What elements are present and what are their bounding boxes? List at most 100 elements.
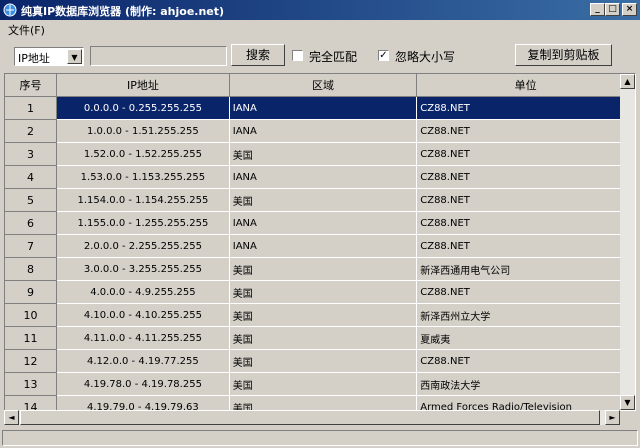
table-row[interactable]: 12 4.12.0.0 - 4.19.77.255 美国 CZ88.NET xyxy=(5,349,635,373)
table-row[interactable]: 8 3.0.0.0 - 3.255.255.255 美国 新泽西通用电气公司 xyxy=(5,257,635,281)
org-cell: CZ88.NET xyxy=(416,234,635,258)
exact-match-label: 完全匹配 xyxy=(309,50,358,64)
app-icon xyxy=(3,3,17,17)
minimize-button[interactable]: _ xyxy=(590,3,605,16)
horizontal-scrollbar[interactable]: ◄ ► xyxy=(4,410,620,425)
chevron-down-icon[interactable]: ▼ xyxy=(67,49,82,64)
ip-table[interactable]: 序号 IP地址 区域 单位 1 0.0.0.0 - 0.255.255.255 IA… xyxy=(4,73,636,411)
row-index: 8 xyxy=(5,257,58,281)
org-cell: CZ88.NET xyxy=(416,349,635,373)
region-cell: 美国 xyxy=(229,395,418,410)
scroll-left-button[interactable]: ◄ xyxy=(4,410,19,425)
maximize-button[interactable]: □ xyxy=(605,3,620,16)
checkmark-icon: ✓ xyxy=(379,50,388,61)
title-bar[interactable]: 纯真IP数据库浏览器 (制作: ahjoe.net) _ □ × xyxy=(0,0,640,20)
row-index: 5 xyxy=(5,188,58,212)
table-row[interactable]: 10 4.10.0.0 - 4.10.255.255 美国 新泽西州立大学 xyxy=(5,303,635,327)
row-index: 13 xyxy=(5,372,58,396)
exact-match-checkbox[interactable] xyxy=(292,50,303,61)
row-index: 7 xyxy=(5,234,58,258)
org-cell: CZ88.NET xyxy=(416,165,635,189)
row-index: 3 xyxy=(5,142,58,166)
org-cell: 新泽西州立大学 xyxy=(416,303,635,327)
region-cell: IANA xyxy=(229,96,418,120)
ip-range-cell: 4.12.0.0 - 4.19.77.255 xyxy=(56,349,230,373)
menu-bar: 文件(F) xyxy=(0,20,640,37)
table-header: 序号 IP地址 区域 单位 xyxy=(5,74,635,97)
region-cell: IANA xyxy=(229,165,418,189)
org-cell: CZ88.NET xyxy=(416,280,635,304)
search-button[interactable]: 搜索 xyxy=(231,44,285,66)
row-index: 9 xyxy=(5,280,58,304)
column-header-org[interactable]: 单位 xyxy=(416,74,635,97)
ignore-case-label: 忽略大小写 xyxy=(395,50,456,64)
table-row[interactable]: 7 2.0.0.0 - 2.255.255.255 IANA CZ88.NET xyxy=(5,234,635,258)
region-cell: 美国 xyxy=(229,326,418,350)
ip-range-cell: 4.11.0.0 - 4.11.255.255 xyxy=(56,326,230,350)
org-cell: 西南政法大学 xyxy=(416,372,635,396)
status-bar xyxy=(2,430,638,446)
table-row[interactable]: 14 4.19.79.0 - 4.19.79.63 美国 Armed Forces R… xyxy=(5,395,635,410)
row-index: 6 xyxy=(5,211,58,235)
ip-range-cell: 1.53.0.0 - 1.153.255.255 xyxy=(56,165,230,189)
region-cell: 美国 xyxy=(229,349,418,373)
vertical-scrollbar[interactable]: ▲ ▼ xyxy=(620,74,635,410)
ip-range-cell: 3.0.0.0 - 3.255.255.255 xyxy=(56,257,230,281)
ip-range-cell: 4.19.78.0 - 4.19.78.255 xyxy=(56,372,230,396)
ignore-case-checkbox[interactable]: ✓ xyxy=(378,50,389,61)
region-cell: 美国 xyxy=(229,372,418,396)
row-index: 14 xyxy=(5,395,58,410)
scroll-right-button[interactable]: ► xyxy=(605,410,620,425)
org-cell: CZ88.NET xyxy=(416,211,635,235)
org-cell: CZ88.NET xyxy=(416,142,635,166)
table-row[interactable]: 3 1.52.0.0 - 1.52.255.255 美国 CZ88.NET xyxy=(5,142,635,166)
field-select[interactable]: IP地址 ▼ xyxy=(14,47,84,66)
ip-range-cell: 4.19.79.0 - 4.19.79.63 xyxy=(56,395,230,410)
horizontal-scroll-thumb[interactable] xyxy=(20,410,600,425)
region-cell: IANA xyxy=(229,211,418,235)
column-header-index[interactable]: 序号 xyxy=(5,74,58,97)
close-button[interactable]: × xyxy=(622,3,637,16)
region-cell: 美国 xyxy=(229,257,418,281)
region-cell: IANA xyxy=(229,234,418,258)
table-row[interactable]: 9 4.0.0.0 - 4.9.255.255 美国 CZ88.NET xyxy=(5,280,635,304)
table-row[interactable]: 4 1.53.0.0 - 1.153.255.255 IANA CZ88.NET xyxy=(5,165,635,189)
region-cell: 美国 xyxy=(229,280,418,304)
column-header-ip[interactable]: IP地址 xyxy=(56,74,230,97)
region-cell: IANA xyxy=(229,119,418,143)
scroll-down-button[interactable]: ▼ xyxy=(620,395,635,410)
row-index: 10 xyxy=(5,303,58,327)
column-header-region[interactable]: 区域 xyxy=(229,74,418,97)
org-cell: CZ88.NET xyxy=(416,188,635,212)
menu-file[interactable]: 文件(F) xyxy=(8,22,45,38)
table-row[interactable]: 11 4.11.0.0 - 4.11.255.255 美国 夏威夷 xyxy=(5,326,635,350)
org-cell: CZ88.NET xyxy=(416,96,635,120)
table-row[interactable]: 2 1.0.0.0 - 1.51.255.255 IANA CZ88.NET xyxy=(5,119,635,143)
table-row[interactable]: 5 1.154.0.0 - 1.154.255.255 美国 CZ88.NET xyxy=(5,188,635,212)
org-cell: 夏威夷 xyxy=(416,326,635,350)
ip-range-cell: 1.0.0.0 - 1.51.255.255 xyxy=(56,119,230,143)
ip-range-cell: 1.155.0.0 - 1.255.255.255 xyxy=(56,211,230,235)
field-select-value: IP地址 xyxy=(18,52,50,65)
ip-range-cell: 4.10.0.0 - 4.10.255.255 xyxy=(56,303,230,327)
copy-to-clipboard-button[interactable]: 复制到剪贴板 xyxy=(515,44,612,66)
ip-range-cell: 1.52.0.0 - 1.52.255.255 xyxy=(56,142,230,166)
region-cell: 美国 xyxy=(229,188,418,212)
table-row[interactable]: 13 4.19.78.0 - 4.19.78.255 美国 西南政法大学 xyxy=(5,372,635,396)
search-input[interactable] xyxy=(90,46,227,66)
table-row[interactable]: 6 1.155.0.0 - 1.255.255.255 IANA CZ88.NET xyxy=(5,211,635,235)
ip-range-cell: 1.154.0.0 - 1.154.255.255 xyxy=(56,188,230,212)
table-row[interactable]: 1 0.0.0.0 - 0.255.255.255 IANA CZ88.NET xyxy=(5,96,635,120)
row-index: 12 xyxy=(5,349,58,373)
row-index: 4 xyxy=(5,165,58,189)
scroll-up-button[interactable]: ▲ xyxy=(620,74,635,89)
window-title: 纯真IP数据库浏览器 (制作: ahjoe.net) xyxy=(21,5,225,18)
ip-range-cell: 0.0.0.0 - 0.255.255.255 xyxy=(56,96,230,120)
ip-range-cell: 4.0.0.0 - 4.9.255.255 xyxy=(56,280,230,304)
region-cell: 美国 xyxy=(229,142,418,166)
row-index: 11 xyxy=(5,326,58,350)
region-cell: 美国 xyxy=(229,303,418,327)
row-index: 2 xyxy=(5,119,58,143)
org-cell: Armed Forces Radio/Television xyxy=(416,395,635,410)
ip-range-cell: 2.0.0.0 - 2.255.255.255 xyxy=(56,234,230,258)
